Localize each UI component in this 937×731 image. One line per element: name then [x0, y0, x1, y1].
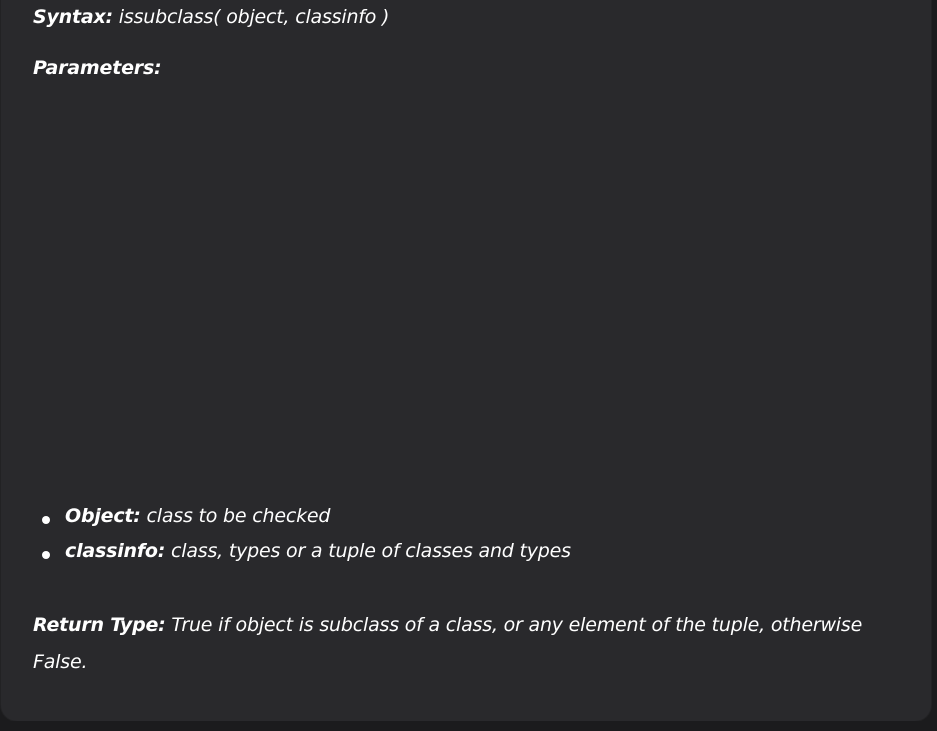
syntax-line: Syntax: issubclass( object, classinfo ) — [33, 6, 389, 28]
parameter-description: class to be checked — [140, 505, 331, 527]
syntax-value: issubclass( object, classinfo ) — [112, 6, 390, 28]
parameter-term: Object: — [65, 505, 141, 527]
parameter-term: classinfo: — [65, 540, 166, 562]
bullet-icon — [42, 551, 50, 559]
list-item: classinfo: class, types or a tuple of cl… — [33, 540, 571, 575]
parameter-list: Object: class to be checked classinfo: c… — [33, 505, 571, 575]
page: Syntax: issubclass( object, classinfo ) … — [0, 0, 937, 731]
parameter-description: class, types or a tuple of classes and t… — [165, 540, 571, 562]
return-type-label: Return Type: — [33, 614, 166, 636]
syntax-label: Syntax: — [33, 6, 113, 28]
parameters-heading: Parameters: — [33, 57, 162, 79]
return-type-paragraph: Return Type: True if object is subclass … — [33, 607, 913, 681]
bullet-icon — [42, 516, 50, 524]
page-bottom-strip — [0, 721, 937, 731]
list-item: Object: class to be checked — [33, 505, 571, 540]
